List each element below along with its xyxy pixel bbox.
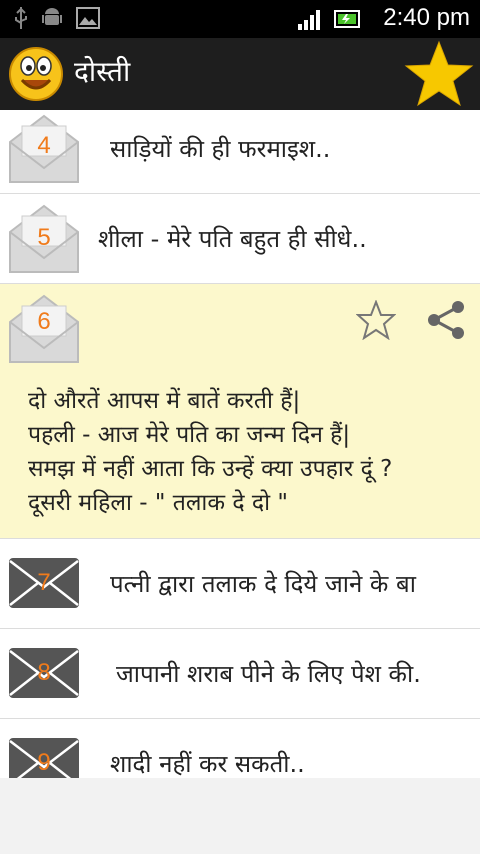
body-line: दूसरी महिला - " तलाक दे दो ": [28, 490, 288, 516]
item-title: शादी नहीं कर सकती..: [110, 750, 305, 778]
item-number: 4: [37, 132, 51, 159]
image-icon: [76, 7, 100, 29]
clock: 2:40 pm: [383, 4, 470, 31]
list-item[interactable]: 9 शादी नहीं कर सकती..: [0, 719, 480, 778]
signal-icon: [298, 10, 320, 30]
smiley-icon[interactable]: [8, 46, 64, 102]
item-title: जापानी शराब पीने के लिए पेश की.: [116, 660, 421, 688]
list-item[interactable]: 5 शीला - मेरे पति बहुत ही सीधे..: [0, 194, 480, 284]
item-number: 9: [37, 749, 51, 776]
usb-icon: [15, 7, 27, 29]
body-line: दो औरतें आपस में बातें करती हैं|: [28, 388, 301, 414]
item-number: 7: [37, 569, 51, 596]
body-line: पहली - आज मेरे पति का जन्म दिन हैं|: [28, 422, 351, 448]
body-line: समझ में नहीं आता कि उन्हें क्या उपहार दू…: [28, 456, 393, 482]
list-item-expanded[interactable]: 6 दो औरतें आपस में बातें करती हैं| पहली …: [0, 284, 480, 539]
message-body: दो औरतें आपस में बातें करती हैं| पहली - …: [28, 384, 392, 520]
favorite-star-outline-icon[interactable]: [356, 300, 396, 340]
list-item[interactable]: 4 साड़ियों की ही फरमाइश..: [0, 110, 480, 194]
app-bar: दोस्ती: [0, 38, 480, 110]
item-number: 6: [37, 308, 51, 335]
list-item[interactable]: 8 जापानी शराब पीने के लिए पेश की.: [0, 629, 480, 719]
item-number: 5: [37, 224, 51, 251]
android-icon: [42, 8, 62, 25]
status-bar: 2:40 pm: [0, 0, 480, 38]
item-title: साड़ियों की ही फरमाइश..: [110, 135, 331, 163]
list-item[interactable]: 7 पत्नी द्वारा तलाक दे दिये जाने के बा: [0, 539, 480, 629]
item-number: 8: [37, 659, 51, 686]
battery-icon: [334, 10, 360, 28]
item-title: पत्नी द्वारा तलाक दे दिये जाने के बा: [110, 570, 416, 598]
item-title: शीला - मेरे पति बहुत ही सीधे..: [98, 225, 367, 253]
share-icon[interactable]: [426, 300, 466, 340]
star-icon[interactable]: [404, 40, 474, 108]
message-list: 4 साड़ियों की ही फरमाइश.. 5 शीला - मेरे …: [0, 110, 480, 778]
app-title: दोस्ती: [74, 55, 131, 88]
